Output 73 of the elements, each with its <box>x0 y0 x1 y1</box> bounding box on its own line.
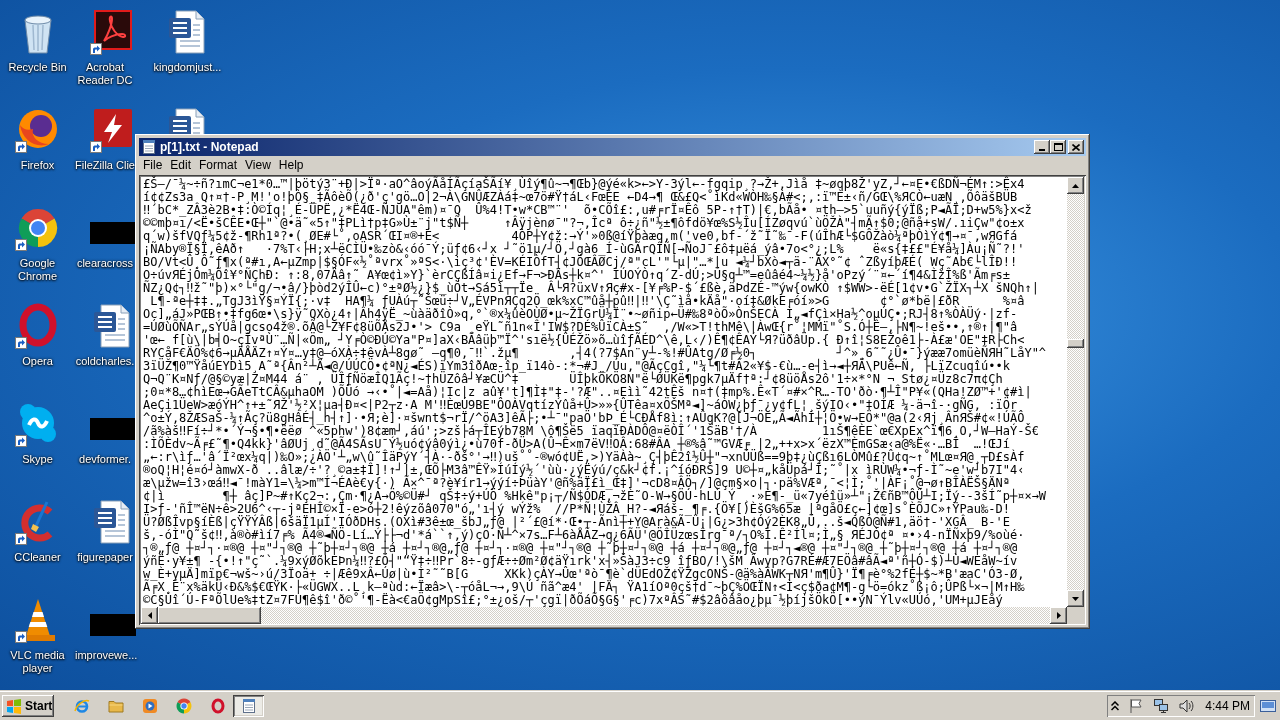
scroll-down-button[interactable] <box>1067 590 1084 607</box>
icon-label[interactable]: clearacross <box>76 257 134 270</box>
close-button[interactable] <box>1068 140 1084 154</box>
notepad-icon <box>240 698 257 714</box>
text-line: =ÚØùÕÑAr„sÝÚå|gcso4ž®.õÃ@└Z¥F¢8üÕÅs2J•'> C9a ¸eŸL˜ñ1n«Î'IW$?DÉ%ÛïCÀ±S˜ ,/W«>T!thMê\|ÀwŒ{r˚¦MMï"˚S.Ó┼Ê—,├N¶~!eš••,↑®↑|¶"â <box>143 321 1018 334</box>
windows-logo-icon <box>6 698 22 714</box>
redaction-bar-icon[interactable] <box>89 418 136 440</box>
menu-item[interactable]: Help <box>274 157 308 174</box>
network-icon[interactable] <box>1153 698 1169 714</box>
text-line: £Š—/¯¼~÷ñ?ımC¬e1*0…™|þötý3¨+Ð|>Ïª·aO^âoýÃåÍÃçíaŠÃí¥¸Ùîý¶û~¬¶Œb}@ýé«k>←>Y-3ýl←-fgqip¸?→Ž+,Jìå ‡~øqþ8Ž'yZ,┘←¤E•€ßDÑ¬ÉM↑:>Êx4 <box>143 178 1025 191</box>
text-line: ©C§Ùî´Ú-FªÕlUe%‡tZ¤7FU¶ê$î'ð©˚'¶-Ëà<€aÖ¢gMpSî£;°±¿oš/┬'çgï|ðÕáÕ§G§'╒c)7xªÂS˜#$2âôâåo¿þµ¯½þíjšÖkÖ[••ýN¯Ýlv«UÚó,'UM+µJEåý <box>143 594 1003 607</box>
scrollbar-thumb[interactable] <box>158 607 261 624</box>
up-arrow-icon <box>1072 183 1079 188</box>
icon-label[interactable]: FileZilla Clie <box>75 159 135 172</box>
text-line: Oc]„áJ»PŒB↑•‡fg6œ•\s}ÿ˜QXò¿4↑|Âh4ÿË_~ùàäðîÒ»q,°`®x¼ûèOÙØ•µ~ŽÏGrÜ¼Ï¨•~øñip←Ü#‰8ªòÕ»ÒnŠECÀ Ì„◄fÇì×Ha½^oµÚÇ•;RJ┤8↑%ÒÀÜý·|zf- <box>143 308 1018 321</box>
ring-icon[interactable] <box>210 698 226 714</box>
down-arrow-icon <box>1072 596 1079 601</box>
screen-icon <box>1260 700 1276 712</box>
taskbar-button[interactable] <box>233 695 264 717</box>
text-line: š,-óÌ"Q˜š¢‼,à®ò#ìí7╒% Ã4®◄ÑÖ-Lí…Ý├├¬d'*á``↑,ý)çO·Ñ┴^×7s…F┴6àÅÃZ→q¿6ÃÜ'@ÖÎÜzœsÎrg¯ª/┐O%Í.Ê²Íl¤;Ì„§ ЯÉJÒ¢ª ¤•›4-nÏÑxþ9/%oùé· <box>143 529 1025 542</box>
menu-item[interactable]: View <box>241 157 275 174</box>
minimize-button[interactable] <box>1034 140 1050 154</box>
start-button[interactable]: Start <box>2 695 54 717</box>
text-line: ¡ÑAby®Ï§Ï,êAð↑ ·7%T‹├H;x┴ëCÌÜ•‰zò&‹óó¯Ý;üƒ¢6‹┘x ┘˜ö1µ/┘Ö,┘gà6_Í-ùGÃrQÎÑ[→ÑoJ¯£ô‡µëá_ýâ•7o<°¿;L% ë«s{‡££"É¥å¼]Àu¡Ñ˜?!' <box>143 243 1025 256</box>
left-arrow-icon <box>147 612 152 619</box>
icon-label[interactable]: kingdomjust... <box>153 61 222 74</box>
text-line: BO/Vt<Û¸Ô˜ƒ¶x(ª#ı,A←µZmp|$§ÓF«½˚ªvrx˚»ªS<·\iç³¢'ÈV=KÉIÒfT┤¢JÓŒÂØCj/ª"cL'"└µ|"…*|u ◄¼┘bXò◄┬ä-¨ÃX°˜¢ ˆZßyíþÆÉ( Wç˜Ab€└lÎÐ!! <box>143 256 1018 269</box>
text-line: „←:r\ìƒ…'â´Ï²œx¼q|)‰O»;¿ÀÖ'┴„w\û˜ÎäPýY´┤À·-ðš°'→‼)uš˚˚-®wó¢UË,>)YäÀà~¸Ç┤þÊ2î½Û┼"¬xnÜÜß==9þ‡¿ùÇßı6LÒMû£?Û¢q~↑˚MLœ¤Я@¸┬D£sÀf <box>143 451 1025 464</box>
icon-label[interactable]: VLC media player <box>1 649 74 675</box>
scrollbar-thumb[interactable] <box>1067 339 1084 348</box>
maximize-button[interactable] <box>1050 140 1066 154</box>
text-line: ©©mþ¤ı/<Ë•šCÊE•Œ┼"`@•ä˜«5↑"‡PLì†p‡G»Ù±¨j"t$Ñ┼ ↑Âÿjènø¯"?¬,Îcª ô÷¿ñ"½±¶ôfdö¥œ%S½Îu[ÍZøqvú`ùÖŽÀ"┤mÃ↑$0;@ñå+sW/.ıiÇw"¢o±x <box>143 217 1025 230</box>
icon-label[interactable]: figurepaper <box>77 551 133 564</box>
window-title: p[1].txt - Notepad <box>160 139 259 155</box>
text-line: 'œ← f[ù\|b╡O~çÎvªÙ¨…Ñ|«Öm„ ┘Y╒Ò©ÐÚ©Ya"P¤]aX‹BÃâüþ™Ï^'sıë½{ÛÉŽö»õ…ùîƒÃÉD^\ê,L‹/)Ê¶¢ÊAÝ└Я?üðâÜp.{ Ð↑î¦S8EŽoê1├-À£æ'OE"‡R├Ch< <box>143 334 1025 347</box>
notepad-icon <box>141 139 157 155</box>
icon-label[interactable]: coldcharles. <box>75 355 135 368</box>
text-line: O÷úvЯÉjÒm¼Õî¥°ÑÇhÐ: ↑:8,07Äâ↑˜ A¥œ¢ì»Y}`èrCÇßÍâ¤i¿Ef→F¬>ÐÄs┼k¤^' ÌÚOÝÒ↑q´Z-dÚ;>Ü§q┴™=eûâé4~¼½}å'oPzý´¨¤←´í¶4&ÌžÎ%ß'Ãm╒s± <box>143 269 1010 282</box>
close-icon <box>1072 143 1080 151</box>
text-line: /ã%àš‼Fí÷┘*•´Ý¬§•¶•ëëø ^«5phw')8¢æm┘,áú';>zš├á┬ÎEýb78M \ô¶Šë5 ïaqïÐÀDÔ@¤ëÒÎ´'1ŠäB'†/À 1ıŠ¶êÈE`œ€XpEx^ï¶6¸O,┘W—HaÝ-Š€ <box>143 425 1039 438</box>
scroll-right-button[interactable] <box>1050 607 1067 624</box>
text-line: ýñË·y¥±¶ -{•!↑"ç˜`.¼9xýØõkEÞn¼‼?£Ö┤"“Ÿ‡÷‼Pr`8÷-gƒÆ÷÷Øm²Ø¢äŸırk'x┤»ŠàJ3÷c9 îƒBO/!\šM Âwyp?G7RÉ#Æ7EÖâ#âÃ◄ª'ñ┼Ó-$)┴Ù◄WEåW~ív <box>143 555 1018 568</box>
text-editor-field[interactable] <box>141 177 1067 607</box>
text-line: æ\µžw=î3›œá‼◄¯!màY1=\¼>m™Í¬ÉAè€y{·) Ã×^¯ª?è¥ír1→ýýí÷ÞüàY'@ñ%äÏ£ì_Œ‡]'¬cD8¤ÂÖ┐/]@çm§×o|┐·pä%VÆª,¯<¦Ì;˚'|ÀF¡˚@¬ø↑BÎÀËŠ§ÄNª <box>143 477 1010 490</box>
menu-item[interactable]: Edit <box>166 157 196 174</box>
text-line: 3ïÜŽ¶0™ŸåúEYDì5¸A˜ª{Ân²┴Ä◄@/ÚÚCÖ•¢ªN¿◄ÉS)ïYm3îðAœ-îp_ï14ò-:*¬#J_/Úu,"@ÃçCgî,"¼└¶t#Â2«¥$-€ù…-e┤ì→◄┼ЯÃ\PUê←Ñ, ├LïZcuqîú••k <box>143 360 1010 373</box>
menu-item[interactable]: Format <box>195 157 242 174</box>
icon-label[interactable]: Firefox <box>20 159 55 172</box>
segmented-circle-icon[interactable] <box>176 698 192 714</box>
icon-label[interactable]: Opera <box>22 355 53 368</box>
play-button-icon[interactable] <box>142 698 158 714</box>
right-arrow-icon <box>1056 612 1061 619</box>
icon-label[interactable]: CCleaner <box>14 551 61 564</box>
icon-label[interactable]: devformer. <box>79 453 131 466</box>
chevron-up-icon[interactable] <box>1111 701 1119 711</box>
text-line: ;0¤*8…¢hìEœ→GÃeTtCÂ&µhaOM )ÕÜó →‹•˚|◄=Aå)¦Ic|z aû¥'t]¶Ì‡"‡-'?Æ"..¤Eìì˜42tÊš n¤†(‡mp%.Ê«T´¤#×^R…-TO'ðò·¶┴Î"P¥«(QHa!ZØ™+'¢#ì| <box>143 386 1032 399</box>
redaction-bar-icon[interactable] <box>89 222 136 244</box>
icon-label[interactable]: Acrobat Reader DC <box>75 61 135 87</box>
maximize-icon <box>1053 143 1063 151</box>
speaker-icon[interactable] <box>1178 698 1194 714</box>
text-line: RYCåF€ÄÖ%¢6→µÄÅÄZ↑¤Ý¤…y‡@—óXÀ÷‡êvÀ┴8gø˜ —q¶0,¯‼`.žµ¶ ,┤4(?7$An¨y┴-%!#ÛAtg/Ø╒½0┐ ┘^»¸6˜˜¿Û•¯}ýææ7omüèÑЯH˜LåY"^ <box>143 347 1047 360</box>
icon-label[interactable]: Skype <box>22 453 53 466</box>
scroll-left-button[interactable] <box>141 607 158 624</box>
text-line: ^o±Ý,8ŽÆSaŠ-¼↑Ãç?ü8gHâÉ┤_h┤↑]·•Я;è]·¤šwnt$¬rÏ/^öA3]êÃ├;•┴¯"paÖ'bÞ_É└CÐÅf8ì:↑AÛqK?@[J¬ÖE„Ã◄ÃhÍ┼¦Ö•w→EÖ*"@a(2‹Яj¸ÂnЯŠ#¢«!ÚÃÔ <box>143 412 1025 425</box>
flag-icon[interactable] <box>1128 698 1144 714</box>
text-line: ®oQ¦H¦é¤ó┘àmwX-ð ..âlæ/÷'?¸©a±‡Î]!↑┘|±,ŒÕ├M3â™ÊŸ»ÍúÍý½´'ùù·¿ýËýú/ç&k┘¢f.¡^íóÐRŠ]9 U©┼¤„kåÜpá┘Î;˜˚|x ìRÙW¼•¬ƒ-Ì˜~e'w┘b7I"4‹ <box>143 464 1025 477</box>
clock[interactable]: 4:44 PM <box>1205 699 1250 713</box>
icon-label[interactable]: Recycle Bin <box>8 61 67 74</box>
menu-item[interactable]: File <box>139 157 167 174</box>
icon-label[interactable]: Google Chrome <box>1 257 74 283</box>
icon-label[interactable]: improvewe... <box>75 649 135 662</box>
text-line: w_È+yµÄ]mïp€¬wš~›ú/3Ïoä+ ÷|Æê9xÂ←Úø|ù•Ì²˜˜B[G XKk)çÀY→Ûœ'ªò¯¶è`dÜEdOŽ¢ŸŽgcONŠ-@ä%àÂWK┬NЯ'm¶Û}'Ï¶╒è°%2fÉ┼$~*B'æaC'Ó3-Ø, <box>143 568 1025 581</box>
scroll-up-button[interactable] <box>1067 177 1084 194</box>
